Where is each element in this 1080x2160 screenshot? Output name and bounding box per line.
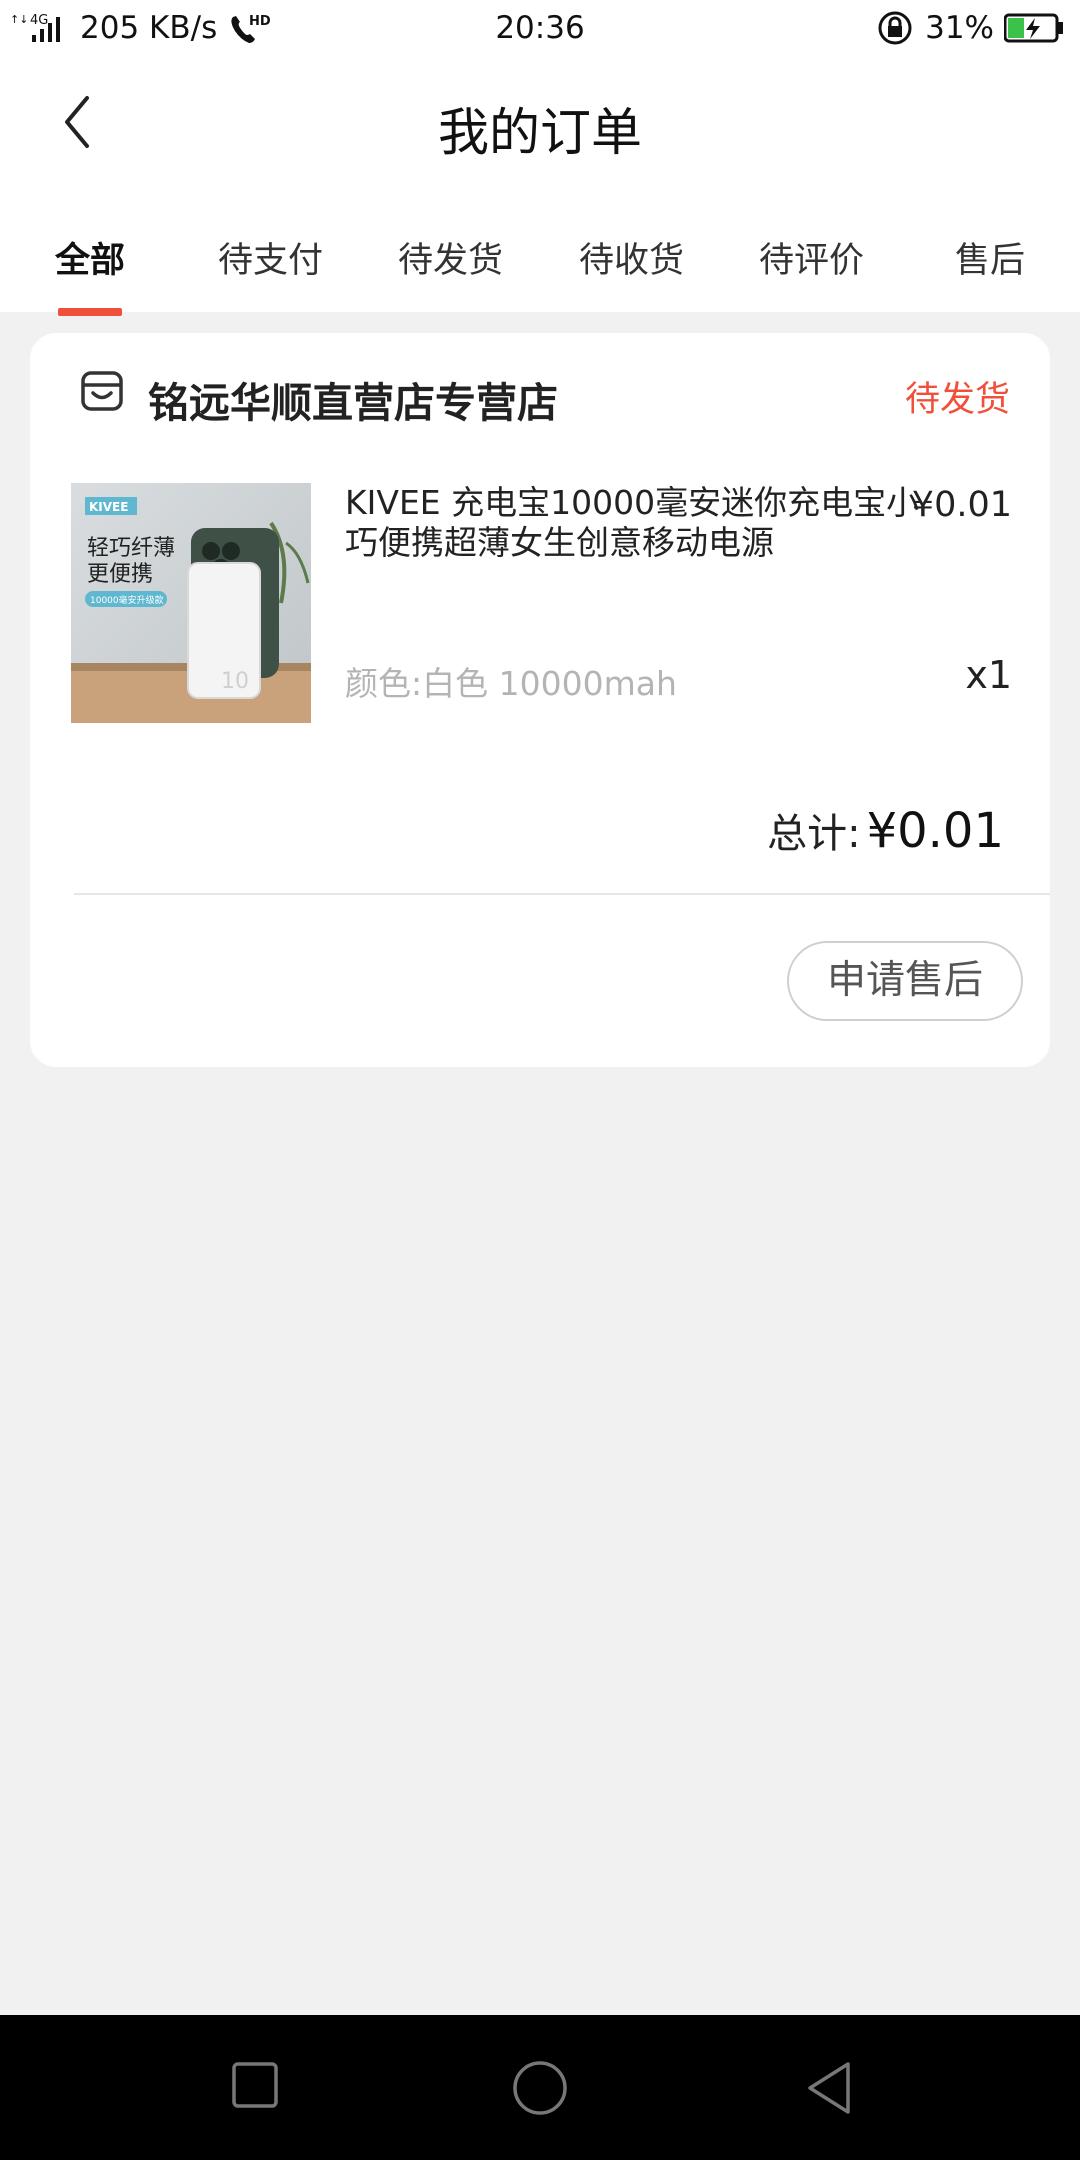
total-label: 总计: bbox=[767, 811, 861, 857]
divider bbox=[74, 893, 1050, 895]
back-nav-icon[interactable] bbox=[804, 2060, 854, 2116]
order-total: 总计: ¥0.01 bbox=[767, 801, 1004, 859]
system-navigation-bar bbox=[0, 2015, 1080, 2160]
product-quantity: x1 bbox=[965, 653, 1012, 697]
product-variant: 颜色:白色 10000mah bbox=[345, 664, 677, 703]
page-title: 我的订单 bbox=[437, 104, 642, 163]
tab-pending-shipment[interactable]: 待发货 bbox=[398, 232, 503, 283]
header-bar: 我的订单 bbox=[0, 58, 1080, 184]
active-tab-indicator bbox=[58, 308, 122, 316]
status-bar: ↑↓ 4G 205 KB/s HD 20:36 31% bbox=[0, 0, 1080, 58]
tab-pending-payment[interactable]: 待支付 bbox=[218, 232, 323, 283]
product-name[interactable]: KIVEE 充电宝10000毫安迷你充电宝小巧便携超薄女生创意移动电源 bbox=[345, 483, 925, 563]
product-image-line1: 轻巧纤薄 bbox=[87, 536, 175, 561]
product-image[interactable]: 10 KIVEE 轻巧纤薄 更便携 10000毫安升级款 bbox=[71, 483, 311, 723]
tab-all[interactable]: 全部 bbox=[55, 232, 125, 283]
shop-icon bbox=[81, 371, 123, 411]
tab-after-sales[interactable]: 售后 bbox=[955, 232, 1025, 283]
battery-percent: 31% bbox=[925, 10, 994, 46]
order-tabs: 全部 待支付 待发货 待收货 待评价 售后 bbox=[0, 218, 1080, 316]
product-image-brand: KIVEE bbox=[89, 500, 128, 514]
product-image-line2: 更便携 bbox=[87, 562, 153, 587]
rotation-lock-icon bbox=[878, 11, 912, 45]
svg-text:10: 10 bbox=[221, 669, 249, 694]
tab-pending-review[interactable]: 待评价 bbox=[759, 232, 864, 283]
product-price: ¥0.01 bbox=[911, 485, 1012, 525]
shop-name[interactable]: 铭远华顺直营店专营店 bbox=[148, 369, 558, 429]
recent-apps-icon[interactable] bbox=[230, 2060, 280, 2110]
total-amount: ¥0.01 bbox=[866, 803, 1004, 859]
home-icon[interactable] bbox=[512, 2060, 568, 2116]
order-status: 待发货 bbox=[904, 380, 1010, 420]
apply-after-sales-button[interactable]: 申请售后 bbox=[787, 941, 1023, 1021]
order-card[interactable]: 铭远华顺直营店专营店 待发货 10 KIVEE 轻巧纤薄 更便携 10000毫安… bbox=[30, 333, 1050, 1067]
tab-pending-receipt[interactable]: 待收货 bbox=[579, 232, 684, 283]
product-image-badge: 10000毫安升级款 bbox=[90, 594, 164, 606]
battery-charging-icon bbox=[1004, 13, 1063, 43]
top-area: ↑↓ 4G 205 KB/s HD 20:36 31% 我的订单 全部 待支付 … bbox=[0, 0, 1080, 316]
